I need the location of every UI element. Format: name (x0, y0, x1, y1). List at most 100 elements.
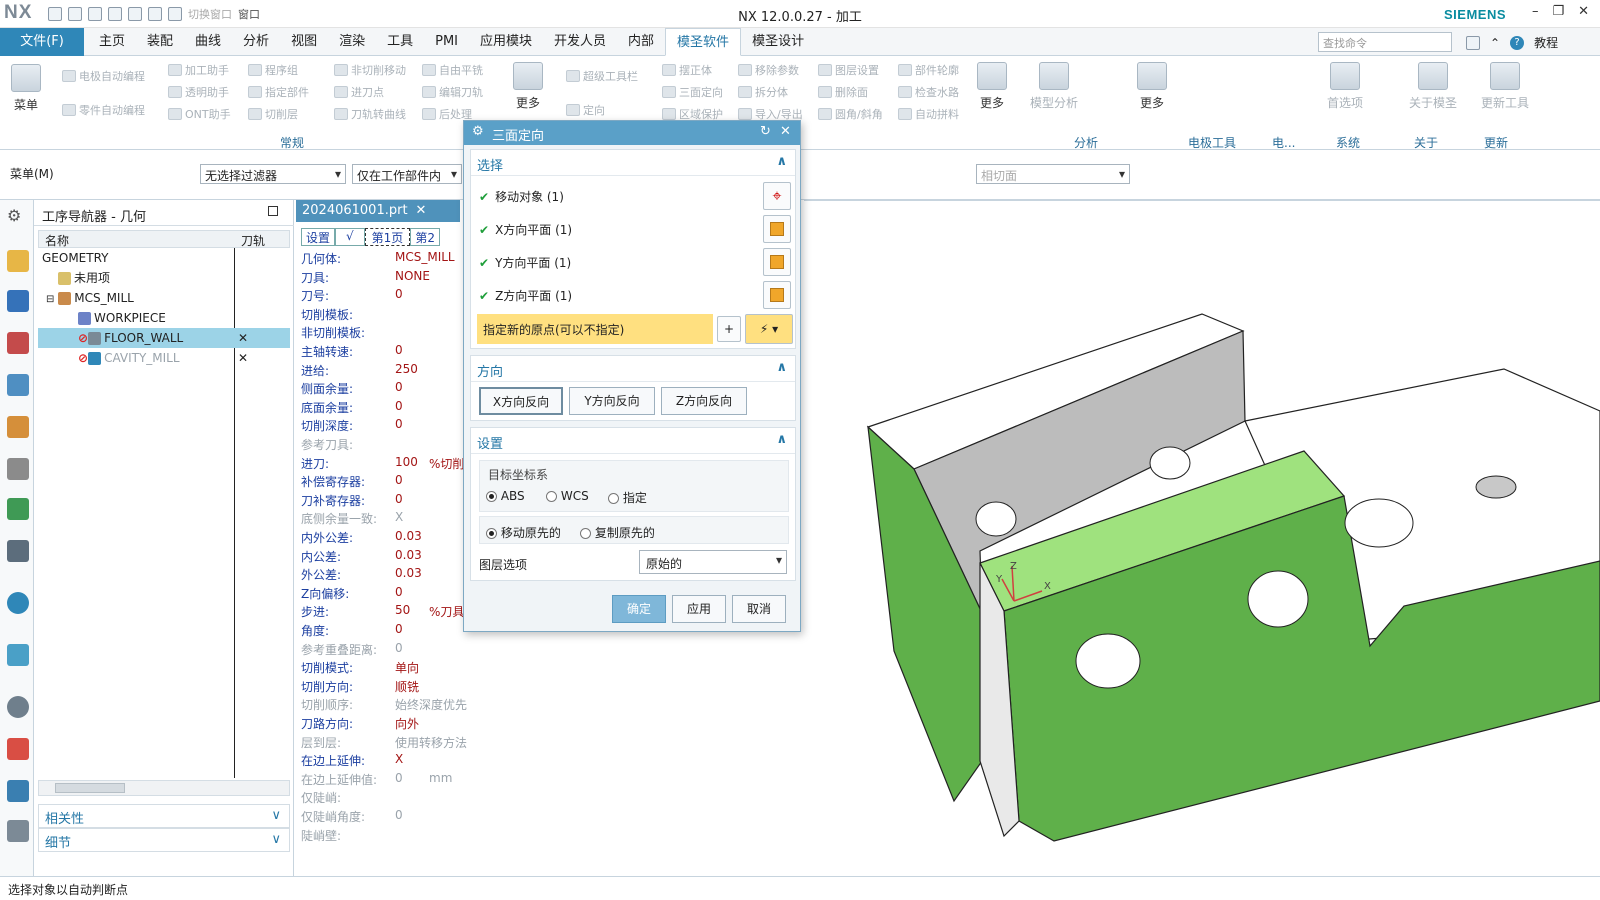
col-toolpath-header[interactable]: 刀轨 (241, 232, 265, 249)
select-row-move-object[interactable]: ✔ 移动对象 (1) (479, 188, 564, 205)
property-row[interactable]: 刀具: NONE (301, 269, 468, 288)
tab-setup[interactable]: 设置 (301, 228, 336, 246)
tree-row-floor-wall[interactable]: ⊘ FLOOR_WALL ✕ (38, 328, 290, 348)
radio-specify[interactable]: 指定 (608, 489, 647, 506)
web-browser-icon[interactable] (7, 644, 29, 666)
z-reverse-button[interactable]: Z方向反向 (661, 387, 747, 415)
property-row[interactable]: 进刀: 100 %切削 (301, 455, 468, 474)
tab-curve[interactable]: 曲线 (184, 28, 232, 56)
tree-row-geometry[interactable]: GEOMETRY (38, 248, 290, 268)
model-analysis-button[interactable]: 模型分析 (1026, 62, 1082, 111)
three-face-orient-button[interactable]: 三面定向 (662, 84, 723, 100)
origin-prompt[interactable]: 指定新的原点(可以不指定) (477, 314, 713, 344)
select-row-x-plane[interactable]: ✔ X方向平面 (1) (479, 221, 572, 238)
tab-page2[interactable]: 第2 (410, 228, 440, 246)
specify-part-button[interactable]: 指定部件 (248, 84, 309, 100)
graphics-viewport[interactable]: Z Y X (804, 200, 1600, 876)
scope-select[interactable]: 仅在工作部件内 (352, 164, 462, 184)
property-row[interactable]: 外公差: 0.03 (301, 566, 468, 585)
y-reverse-button[interactable]: Y方向反向 (569, 387, 655, 415)
tab-check[interactable]: √ (335, 228, 365, 246)
reuse-library-icon[interactable] (7, 458, 29, 480)
part-navigator-icon[interactable] (7, 332, 29, 354)
select-row-y-plane[interactable]: ✔ Y方向平面 (1) (479, 254, 571, 271)
close-window-button[interactable]: ✕ (1578, 4, 1589, 19)
tutorial-link[interactable]: 教程 (1534, 34, 1558, 51)
process-studio-icon[interactable] (7, 820, 29, 842)
info-icon[interactable] (7, 592, 29, 614)
close-tab-icon[interactable]: ✕ (416, 203, 427, 218)
scrollbar-thumb[interactable] (55, 783, 125, 793)
constraint-navigator-icon[interactable] (7, 290, 29, 312)
tab-pmi[interactable]: PMI (424, 28, 469, 56)
property-row[interactable]: 补偿寄存器: 0 (301, 473, 468, 492)
menu-m-button[interactable]: 菜单(M) (10, 165, 54, 182)
type-filter-select[interactable]: 无选择过滤器 (200, 164, 346, 184)
tree-row-unused[interactable]: 未用项 (38, 268, 290, 288)
window-layout-icon[interactable] (1466, 35, 1480, 50)
property-row[interactable]: 侧面余量: 0 (301, 380, 468, 399)
update-tool-button[interactable]: 更新工具 (1476, 62, 1534, 111)
tree-row-workpiece[interactable]: WORKPIECE (38, 308, 290, 328)
inferred-point-button[interactable]: ⚡ ▾ (745, 314, 793, 344)
property-row[interactable]: Z向偏移: 0 (301, 585, 468, 604)
restore-button[interactable]: ❐ (1553, 4, 1565, 19)
property-row[interactable]: 切削深度: 0 (301, 417, 468, 436)
ribbon-menu-button[interactable]: 菜单 (8, 64, 44, 113)
check-waterway-button[interactable]: 检查水路 (898, 84, 959, 100)
x-reverse-button[interactable]: X方向反向 (479, 387, 563, 415)
file-menu[interactable]: 文件(F) (0, 28, 84, 56)
property-row[interactable]: 非切削模板: (301, 324, 468, 343)
property-row[interactable]: 参考刀具: (301, 436, 468, 455)
part-auto-program-button[interactable]: 零件自动编程 (62, 102, 145, 118)
property-row[interactable]: 切削模板: (301, 306, 468, 325)
section-settings-header[interactable]: 设置 ∧ (471, 428, 795, 454)
col-name-header[interactable]: 名称 (45, 232, 69, 249)
ok-button[interactable]: 确定 (612, 595, 666, 623)
apply-button[interactable]: 应用 (672, 595, 726, 623)
program-group-button[interactable]: 程序组 (248, 62, 298, 78)
radio-wcs[interactable]: WCS (546, 489, 589, 503)
tab-assembly[interactable]: 装配 (136, 28, 184, 56)
free-plane-mill-button[interactable]: 自由平铣 (422, 62, 483, 78)
fillet-chamfer-button[interactable]: 圆角/斜角 (818, 106, 883, 122)
assembly-navigator-icon[interactable] (7, 250, 29, 272)
property-row[interactable]: 进给: 250 (301, 362, 468, 381)
machining-assistant-button[interactable]: 加工助手 (168, 62, 229, 78)
tab-analysis[interactable]: 分析 (232, 28, 280, 56)
auto-stock-button[interactable]: 自动拼料 (898, 106, 959, 122)
select-y-face-button[interactable] (763, 248, 791, 276)
property-row[interactable]: 切削顺序: 始终深度优先 (301, 696, 468, 715)
property-row[interactable]: 切削模式: 单向 (301, 659, 468, 678)
settings-gear-icon[interactable]: ⚙ (7, 206, 29, 228)
non-cutting-move-button[interactable]: 非切削移动 (334, 62, 406, 78)
delete-face-button[interactable]: 删除面 (818, 84, 868, 100)
more-button-3[interactable]: 更多 (1134, 62, 1170, 111)
tab-mosheng-design[interactable]: 模圣设计 (741, 28, 815, 56)
layer-option-select[interactable]: 原始的 (639, 550, 787, 574)
tab-render[interactable]: 渲染 (328, 28, 376, 56)
dialog-gear-icon[interactable]: ⚙ (472, 124, 484, 139)
reset-icon[interactable]: ↻ (760, 124, 771, 139)
radio-move-original[interactable]: 移动原先的 (486, 524, 561, 541)
palette-icon[interactable] (7, 498, 29, 520)
section-direction-header[interactable]: 方向 ∧ (471, 356, 795, 382)
layer-settings-button[interactable]: 图层设置 (818, 62, 879, 78)
property-row[interactable]: 底侧余量一致: X (301, 510, 468, 529)
property-row[interactable]: 内外公差: 0.03 (301, 529, 468, 548)
property-row[interactable]: 参考重叠距离: 0 (301, 641, 468, 660)
ont-assistant-button[interactable]: ONT助手 (168, 106, 231, 122)
orient-button[interactable]: 定向 (566, 102, 605, 118)
radio-copy-original[interactable]: 复制原先的 (580, 524, 655, 541)
part-outline-button[interactable]: 部件轮廓 (898, 62, 959, 78)
machine-navigator-icon[interactable] (7, 416, 29, 438)
operation-navigator-icon[interactable] (7, 374, 29, 396)
snap-face-select[interactable]: 相切面 (976, 164, 1130, 184)
property-row[interactable]: 角度: 0 (301, 622, 468, 641)
select-row-z-plane[interactable]: ✔ Z方向平面 (1) (479, 287, 572, 304)
property-row[interactable]: 仅陡峭: (301, 789, 468, 808)
close-dialog-icon[interactable]: ✕ (780, 124, 791, 139)
tab-page1[interactable]: 第1页 (364, 228, 411, 246)
split-body-button[interactable]: 拆分体 (738, 84, 788, 100)
cut-level-button[interactable]: 切削层 (248, 106, 298, 122)
